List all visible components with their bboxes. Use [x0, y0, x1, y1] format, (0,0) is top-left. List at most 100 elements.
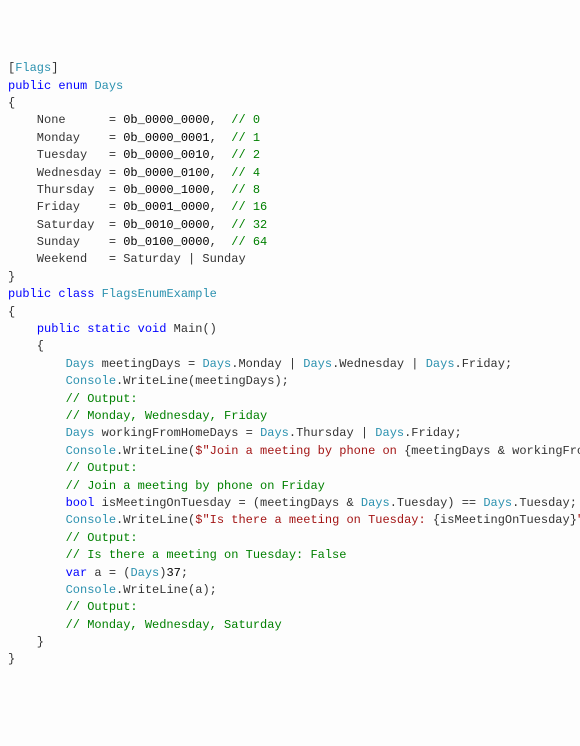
- comment: // Monday, Wednesday, Saturday: [66, 618, 282, 632]
- string-literal: $"Is there a meeting on Tuesday:: [195, 513, 433, 527]
- indent: [8, 513, 66, 527]
- code-line: // Monday, Wednesday, Friday: [8, 408, 572, 425]
- code-line: Console.WriteLine(meetingDays);: [8, 373, 572, 390]
- punct: ,: [210, 235, 232, 249]
- keyword: class: [58, 287, 94, 301]
- indent: [8, 322, 37, 336]
- code-text: .Tuesday) ==: [390, 496, 484, 510]
- code-line: // Join a meeting by phone on Friday: [8, 478, 572, 495]
- code-line: public enum Days: [8, 78, 572, 95]
- type-name: FlagsEnumExample: [102, 287, 217, 301]
- type-name: Days: [66, 357, 95, 371]
- space: [130, 322, 137, 336]
- indent: [8, 583, 66, 597]
- comment: // Is there a meeting on Tuesday: False: [66, 548, 347, 562]
- code-line: public class FlagsEnumExample: [8, 286, 572, 303]
- code-text: workingFromHomeDays =: [94, 426, 260, 440]
- code-text: meetingDays =: [94, 357, 202, 371]
- indent: [8, 600, 66, 614]
- indent: [8, 444, 66, 458]
- comment: // 2: [231, 148, 260, 162]
- code-line: Days workingFromHomeDays = Days.Thursday…: [8, 425, 572, 442]
- method-name: Main(): [166, 322, 216, 336]
- code-line: // Output:: [8, 391, 572, 408]
- indent: [8, 531, 66, 545]
- code-line: var a = (Days)37;: [8, 565, 572, 582]
- enum-member: Friday =: [8, 200, 123, 214]
- binary-literal: 0b_0100_0000: [123, 235, 209, 249]
- indent: [8, 618, 66, 632]
- code-line: bool isMeetingOnTuesday = (meetingDays &…: [8, 495, 572, 512]
- code-text: .WriteLine(meetingDays);: [116, 374, 289, 388]
- keyword: public: [8, 79, 51, 93]
- indent: [8, 392, 66, 406]
- code-line: None = 0b_0000_0000, // 0: [8, 112, 572, 129]
- code-line: {: [8, 304, 572, 321]
- indent: [8, 374, 66, 388]
- code-line: Weekend = Saturday | Sunday: [8, 251, 572, 268]
- code-line: {: [8, 338, 572, 355]
- type-name: Days: [260, 426, 289, 440]
- code-text: .Wednesday |: [332, 357, 426, 371]
- code-line: {: [8, 95, 572, 112]
- code-line: // Output:: [8, 460, 572, 477]
- indent: [8, 357, 66, 371]
- code-line: // Monday, Wednesday, Saturday: [8, 617, 572, 634]
- comment: // 32: [231, 218, 267, 232]
- attribute: Flags: [15, 61, 51, 75]
- type-name: Days: [66, 426, 95, 440]
- type-name: Days: [303, 357, 332, 371]
- code-text: .Friday;: [404, 426, 462, 440]
- enum-member: Thursday =: [8, 183, 123, 197]
- code-line: Wednesday = 0b_0000_0100, // 4: [8, 165, 572, 182]
- binary-literal: 0b_0000_1000: [123, 183, 209, 197]
- enum-member: None =: [8, 113, 123, 127]
- comment: // 1: [231, 131, 260, 145]
- binary-literal: 0b_0000_0010: [123, 148, 209, 162]
- indent: [8, 426, 66, 440]
- type-name: Console: [66, 513, 116, 527]
- keyword: void: [138, 322, 167, 336]
- keyword: static: [87, 322, 130, 336]
- comment: // Output:: [66, 600, 138, 614]
- indent: [8, 409, 66, 423]
- string-literal: $"Join a meeting by phone on: [195, 444, 404, 458]
- code-line: Console.WriteLine(a);: [8, 582, 572, 599]
- binary-literal: 0b_0010_0000: [123, 218, 209, 232]
- punct: ,: [210, 113, 232, 127]
- type-name: Console: [66, 583, 116, 597]
- type-name: Days: [426, 357, 455, 371]
- indent: [8, 548, 66, 562]
- indent: [8, 461, 66, 475]
- code-line: Saturday = 0b_0010_0000, // 32: [8, 217, 572, 234]
- keyword: enum: [58, 79, 87, 93]
- comment: // Join a meeting by phone on Friday: [66, 479, 325, 493]
- binary-literal: 0b_0000_0100: [123, 166, 209, 180]
- code-line: Days meetingDays = Days.Monday | Days.We…: [8, 356, 572, 373]
- code-line: Thursday = 0b_0000_1000, // 8: [8, 182, 572, 199]
- comment: // 16: [231, 200, 267, 214]
- type-name: Days: [483, 496, 512, 510]
- keyword: public: [37, 322, 80, 336]
- enum-member: Wednesday =: [8, 166, 123, 180]
- enum-member: Sunday =: [8, 235, 123, 249]
- code-line: }: [8, 651, 572, 668]
- code-line: }: [8, 269, 572, 286]
- enum-member: Monday =: [8, 131, 123, 145]
- interpolation: {meetingDays & workingFromHomeDays}: [404, 444, 580, 458]
- punct: ,: [210, 148, 232, 162]
- binary-literal: 0b_0001_0000: [123, 200, 209, 214]
- indent: [8, 479, 66, 493]
- code-text: .Tuesday;: [512, 496, 577, 510]
- code-line: // Is there a meeting on Tuesday: False: [8, 547, 572, 564]
- code-text: .Thursday |: [289, 426, 375, 440]
- enum-member: Tuesday =: [8, 148, 123, 162]
- punct: ,: [210, 131, 232, 145]
- code-line: Monday = 0b_0000_0001, // 1: [8, 130, 572, 147]
- type-name: Days: [361, 496, 390, 510]
- code-text: isMeetingOnTuesday = (meetingDays &: [94, 496, 360, 510]
- code-line: // Output:: [8, 599, 572, 616]
- comment: // Monday, Wednesday, Friday: [66, 409, 268, 423]
- type-name: Days: [202, 357, 231, 371]
- code-line: // Output:: [8, 530, 572, 547]
